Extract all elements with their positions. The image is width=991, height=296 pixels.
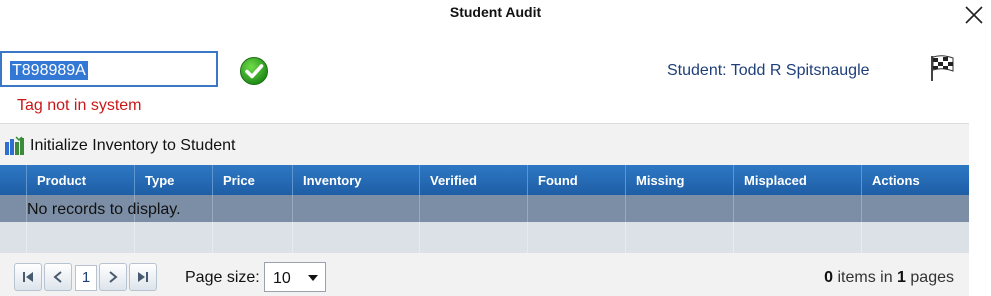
- grid-header: Product Type Price Inventory Verified Fo…: [0, 165, 969, 195]
- prev-page-button[interactable]: [44, 263, 72, 291]
- inventory-grid: Product Type Price Inventory Verified Fo…: [0, 165, 969, 253]
- pages-count: 1: [897, 269, 906, 286]
- page-size-select[interactable]: 10: [264, 262, 326, 292]
- dropdown-arrow-icon: [308, 275, 318, 281]
- next-page-button[interactable]: [99, 263, 127, 291]
- tag-input-value: T898989A: [10, 61, 88, 80]
- last-page-icon: [138, 272, 148, 282]
- first-page-button[interactable]: [14, 263, 42, 291]
- table-row: [0, 222, 969, 253]
- items-count: 0: [824, 269, 834, 286]
- checkered-flag-icon[interactable]: [928, 53, 956, 83]
- pager: 1 Page size: 10 0 items in 1 pages: [0, 256, 969, 296]
- column-header-actions[interactable]: Actions: [861, 165, 969, 195]
- initialize-inventory-icon: [5, 136, 24, 155]
- initialize-inventory-label: Initialize Inventory to Student: [30, 137, 236, 154]
- last-page-button[interactable]: [129, 263, 157, 291]
- column-header-type[interactable]: Type: [134, 165, 212, 195]
- column-header-found[interactable]: Found: [527, 165, 625, 195]
- no-records-message: No records to display.: [27, 201, 181, 218]
- column-header-inventory[interactable]: Inventory: [292, 165, 419, 195]
- pager-info: 0 items in 1 pages: [824, 269, 954, 287]
- page-size-label: Page size:: [185, 269, 260, 286]
- current-page-number[interactable]: 1: [75, 265, 97, 291]
- window-title: Student Audit: [449, 4, 542, 20]
- column-header-verified[interactable]: Verified: [419, 165, 527, 195]
- prev-page-icon: [53, 271, 62, 283]
- check-circle-icon[interactable]: [239, 56, 269, 86]
- close-icon[interactable]: [961, 2, 987, 28]
- pages-text: pages: [910, 269, 954, 286]
- student-name: Student: Todd R Spitsnaugle: [667, 62, 870, 79]
- initialize-inventory-button[interactable]: Initialize Inventory to Student: [4, 134, 235, 158]
- items-text: items in: [837, 269, 893, 286]
- inventory-panel: Initialize Inventory to Student Product …: [0, 123, 969, 296]
- column-header-misplaced[interactable]: Misplaced: [733, 165, 861, 195]
- tag-error-message: Tag not in system: [17, 97, 142, 114]
- next-page-icon: [109, 271, 118, 283]
- column-header-missing[interactable]: Missing: [625, 165, 733, 195]
- header-spacer: [0, 165, 26, 195]
- first-page-icon: [23, 272, 33, 282]
- tag-input[interactable]: T898989A: [0, 51, 218, 87]
- page-size-value: 10: [273, 270, 291, 287]
- column-header-product[interactable]: Product: [26, 165, 134, 195]
- column-header-price[interactable]: Price: [212, 165, 292, 195]
